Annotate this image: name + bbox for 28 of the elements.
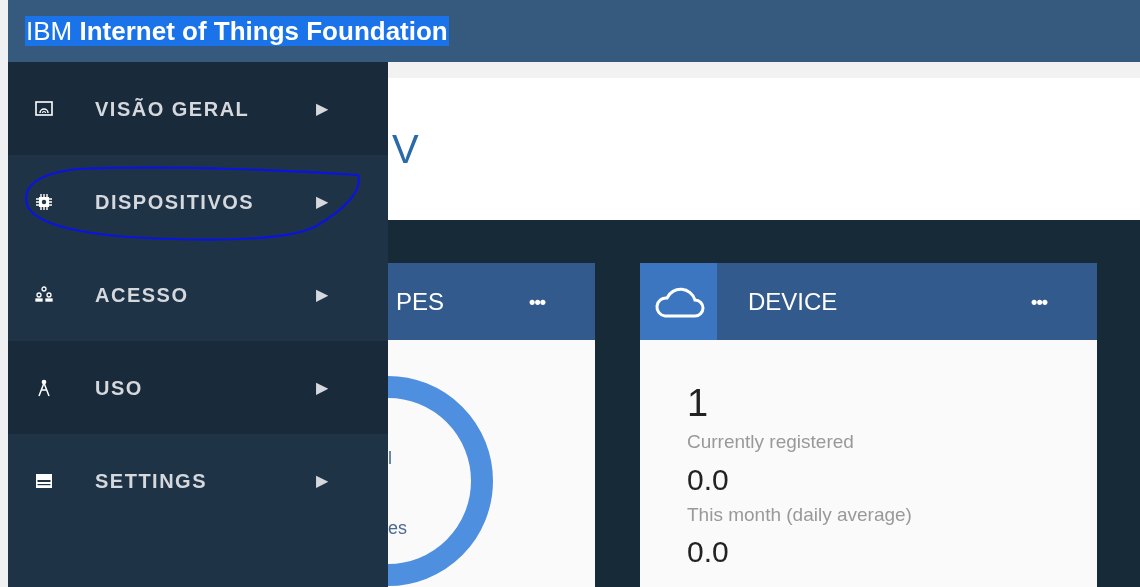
menu-item[interactable]: USO ▶ — [8, 341, 388, 434]
menu-label: DISPOSITIVOS — [95, 189, 255, 215]
monitor-icon — [34, 98, 54, 119]
chip-icon — [34, 191, 54, 212]
stat-value: 0.0 — [687, 537, 730, 567]
menu-label: VISÃO GERAL — [95, 96, 250, 122]
more-button[interactable]: ••• — [529, 292, 545, 311]
arrow-icon: ▶ — [316, 468, 328, 493]
card-title: PES — [396, 286, 445, 317]
arrow-icon: ▶ — [316, 189, 328, 214]
menu-label: ACESSO — [95, 282, 189, 308]
legend-label: l — [388, 447, 392, 470]
page-title: V — [392, 126, 419, 173]
menu-item[interactable]: VISÃO GERAL ▶ — [8, 62, 388, 155]
arrow-icon: ▶ — [316, 282, 328, 307]
more-button[interactable]: ••• — [1031, 292, 1047, 311]
menu-label: SETTINGS — [95, 468, 207, 494]
stat-label: Currently registered — [687, 430, 855, 454]
legend-label: es — [388, 517, 407, 540]
app-title: IBM Internet of Things Foundation — [25, 16, 449, 46]
arrow-icon: ▶ — [316, 375, 328, 400]
stat-value: 1 — [687, 384, 710, 422]
stat-label: This month (daily average) — [687, 502, 913, 527]
people-icon — [34, 284, 54, 305]
stat-value: 0.0 — [687, 464, 730, 495]
menu-label: USO — [95, 375, 143, 401]
arrow-icon: ▶ — [316, 96, 328, 121]
card-title: DEVICE — [748, 286, 838, 317]
